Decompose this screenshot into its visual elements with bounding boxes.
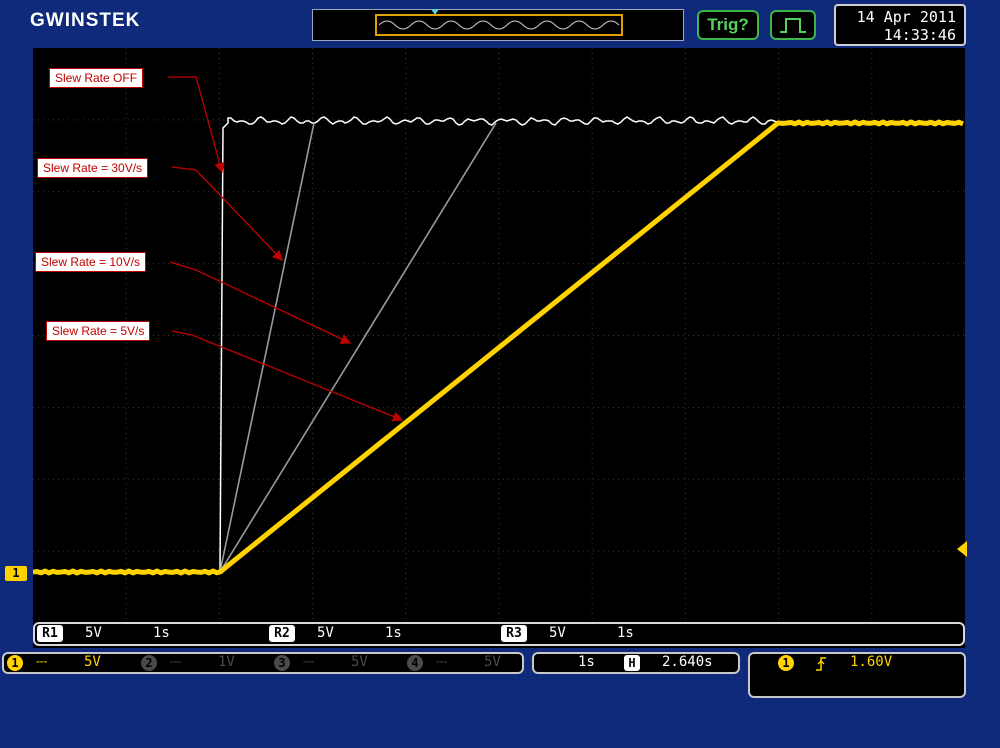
trigger-source-badge: 1 (778, 655, 794, 671)
date-time-display: 14 Apr 2011 14:33:46 (834, 4, 966, 46)
callout-slew-30: Slew Rate = 30V/s (37, 158, 149, 178)
ref-r1-badge[interactable]: R1 (37, 625, 63, 642)
trigger-info-box[interactable]: 1 1.60V (748, 652, 966, 698)
ref-r1-time: 1s (153, 625, 170, 641)
horizontal-position-value: 2.640s (662, 654, 713, 670)
ch3-dc-coupling-icon: ⎓ (303, 654, 315, 670)
timebase-scale: 1s (578, 654, 595, 670)
trace-slew-10 (219, 122, 497, 573)
ch1-scale: 5V (84, 654, 101, 670)
trigger-status-button[interactable]: Trig? (697, 10, 759, 40)
date-text: 14 Apr 2011 (856, 8, 956, 26)
time-text: 14:33:46 (883, 26, 956, 44)
overview-wave (378, 20, 620, 30)
ch2-dc-coupling-icon: ⎓ (170, 654, 182, 670)
ch2-badge[interactable]: 2 (141, 655, 157, 671)
trigger-level-marker[interactable] (957, 541, 967, 557)
memory-window[interactable] (375, 14, 623, 36)
ch4-badge[interactable]: 4 (407, 655, 423, 671)
pulse-icon (780, 18, 806, 33)
callout-slew-5: Slew Rate = 5V/s (46, 321, 151, 341)
memory-overview-bar[interactable] (312, 9, 684, 41)
channel-status-bar: 1 ⎓ 5V 2 ⎓ 1V 3 ⎓ 5V 4 ⎓ 5V (2, 652, 524, 674)
ref-r1-volts: 5V (85, 625, 102, 641)
acquire-mode-button[interactable] (770, 10, 816, 40)
callout-slew-10: Slew Rate = 10V/s (35, 252, 147, 272)
trigger-level-value: 1.60V (850, 654, 893, 670)
ref-r2-badge[interactable]: R2 (269, 625, 295, 642)
ch2-scale: 1V (218, 654, 235, 670)
ch4-dc-coupling-icon: ⎓ (436, 654, 448, 670)
callout-slew-off: Slew Rate OFF (49, 68, 144, 88)
ch4-scale: 5V (484, 654, 501, 670)
horizontal-position-icon: H (624, 655, 640, 671)
ref-r2-time: 1s (385, 625, 402, 641)
ch1-dc-coupling-icon: ⎓ (36, 654, 48, 670)
ch3-badge[interactable]: 3 (274, 655, 290, 671)
ref-r3-volts: 5V (549, 625, 566, 641)
rising-edge-icon (816, 657, 826, 671)
ch1-badge[interactable]: 1 (7, 655, 23, 671)
ref-r3-time: 1s (617, 625, 634, 641)
reference-strip: R1 5V 1s R2 5V 1s R3 5V 1s (33, 622, 965, 646)
gwinstek-logo: GWINSTEK (30, 10, 141, 31)
timebase-box[interactable]: 1s H 2.640s (532, 652, 740, 674)
ch3-scale: 5V (351, 654, 368, 670)
ref-r3-badge[interactable]: R3 (501, 625, 527, 642)
waveform-graticule (32, 48, 965, 623)
trace-ch1-slew-5 (32, 119, 964, 576)
ch1-ground-marker[interactable]: 1 (5, 566, 27, 581)
ref-r2-volts: 5V (317, 625, 334, 641)
waveform-display[interactable] (32, 48, 965, 648)
overview-trigger-marker (431, 9, 439, 15)
